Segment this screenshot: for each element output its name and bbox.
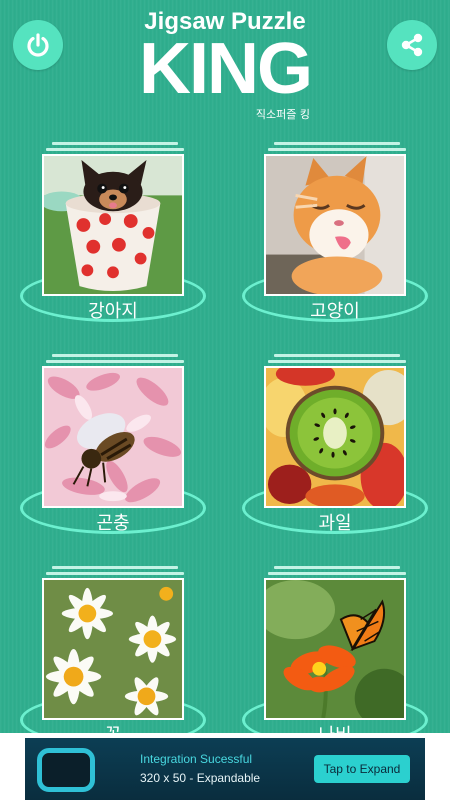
card-stack-edge	[46, 572, 184, 575]
ad-banner-content[interactable]: Integration Sucessful 320 x 50 - Expanda…	[25, 738, 425, 800]
ad-logo-icon	[37, 748, 95, 792]
category-card-puppy[interactable]: 강아지	[20, 142, 210, 342]
card-stack-edge	[268, 572, 406, 575]
card-stack-edge	[268, 148, 406, 151]
card-stack-edge	[274, 142, 400, 145]
category-image-flower	[42, 578, 184, 720]
card-stack-edge	[52, 566, 178, 569]
category-label: 과일	[318, 513, 352, 534]
logo-title-line2: KING	[139, 29, 313, 109]
power-button[interactable]	[13, 20, 63, 70]
category-label: 강아지	[88, 301, 138, 322]
category-image-fruit	[264, 366, 406, 508]
category-label: 곤충	[96, 513, 130, 534]
ad-title: Integration Sucessful	[140, 752, 253, 766]
card-stack-edge	[274, 566, 400, 569]
share-icon	[401, 33, 423, 57]
power-icon	[27, 33, 49, 57]
category-card-insect[interactable]: 곤충	[20, 354, 210, 554]
category-image-puppy	[42, 154, 184, 296]
card-stack-edge	[274, 354, 400, 357]
card-stack-edge	[52, 354, 178, 357]
category-card-cat[interactable]: 고양이	[242, 142, 432, 342]
tap-to-expand-button[interactable]: Tap to Expand	[314, 755, 410, 783]
ad-subtitle: 320 x 50 - Expandable	[140, 771, 261, 785]
category-image-butterfly	[264, 578, 406, 720]
card-stack-edge	[268, 360, 406, 363]
card-stack-edge	[46, 360, 184, 363]
card-stack-edge	[52, 142, 178, 145]
share-button[interactable]	[387, 20, 437, 70]
card-stack-edge	[46, 148, 184, 151]
category-image-cat	[264, 154, 406, 296]
category-label: 고양이	[310, 301, 360, 322]
category-image-insect	[42, 366, 184, 508]
ad-banner[interactable]: Integration Sucessful 320 x 50 - Expanda…	[0, 733, 450, 800]
category-card-fruit[interactable]: 과일	[242, 354, 432, 554]
logo-subtitle: 직소퍼즐 킹	[255, 108, 310, 121]
app-logo: Jigsaw Puzzle KING 직소퍼즐 킹	[100, 8, 350, 121]
